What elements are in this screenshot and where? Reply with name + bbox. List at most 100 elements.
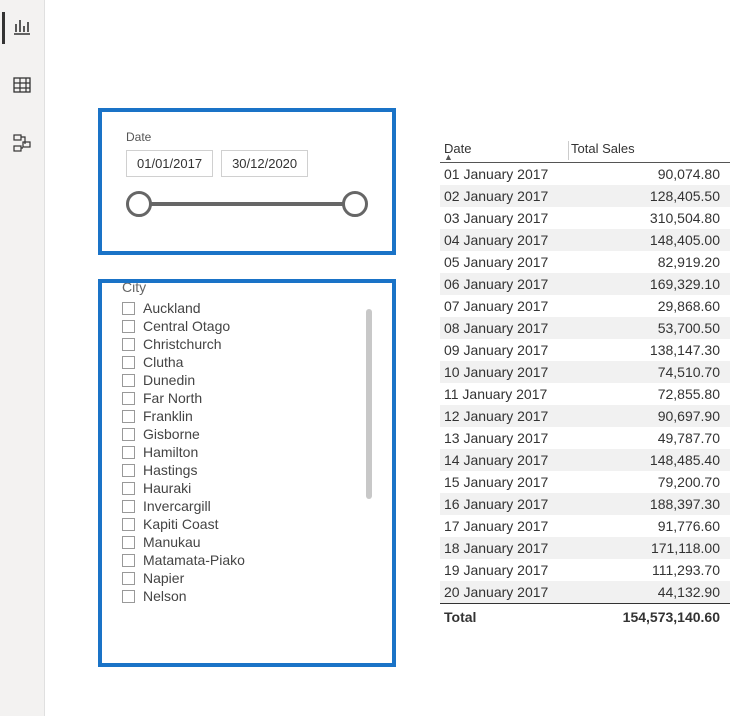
- cell-date: 07 January 2017: [440, 298, 568, 314]
- city-scrollbar[interactable]: [366, 309, 372, 499]
- city-item[interactable]: Kapiti Coast: [122, 515, 372, 533]
- cell-sales: 72,855.80: [568, 386, 730, 402]
- city-item-label: Nelson: [143, 588, 187, 604]
- checkbox-icon[interactable]: [122, 302, 135, 315]
- table-row[interactable]: 12 January 201790,697.90: [440, 405, 730, 427]
- total-label: Total: [440, 609, 568, 625]
- table-body: 01 January 201790,074.8002 January 20171…: [440, 163, 730, 603]
- table-row[interactable]: 02 January 2017128,405.50: [440, 185, 730, 207]
- cell-sales: 310,504.80: [568, 210, 730, 226]
- city-item[interactable]: Central Otago: [122, 317, 372, 335]
- cell-sales: 53,700.50: [568, 320, 730, 336]
- cell-sales: 82,919.20: [568, 254, 730, 270]
- table-row[interactable]: 19 January 2017111,293.70: [440, 559, 730, 581]
- table-row[interactable]: 16 January 2017188,397.30: [440, 493, 730, 515]
- table-row[interactable]: 20 January 201744,132.90: [440, 581, 730, 603]
- nav-data-view[interactable]: [2, 66, 42, 106]
- table-row[interactable]: 09 January 2017138,147.30: [440, 339, 730, 361]
- cell-date: 01 January 2017: [440, 166, 568, 182]
- checkbox-icon[interactable]: [122, 590, 135, 603]
- table-row[interactable]: 13 January 201749,787.70: [440, 427, 730, 449]
- city-item[interactable]: Hauraki: [122, 479, 372, 497]
- cell-date: 13 January 2017: [440, 430, 568, 446]
- checkbox-icon[interactable]: [122, 446, 135, 459]
- city-item-label: Christchurch: [143, 336, 222, 352]
- city-list: Auckland Central Otago Christchurch Clutha D…: [122, 299, 372, 667]
- city-item-label: Central Otago: [143, 318, 230, 334]
- column-header-date[interactable]: Date ▲: [440, 141, 568, 160]
- city-item[interactable]: Gisborne: [122, 425, 372, 443]
- checkbox-icon[interactable]: [122, 572, 135, 585]
- city-item-label: Hastings: [143, 462, 197, 478]
- checkbox-icon[interactable]: [122, 374, 135, 387]
- city-item-label: Napier: [143, 570, 184, 586]
- city-item[interactable]: Matamata-Piako: [122, 551, 372, 569]
- date-slider-handle-right[interactable]: [342, 191, 368, 217]
- city-item[interactable]: Hamilton: [122, 443, 372, 461]
- checkbox-icon[interactable]: [122, 410, 135, 423]
- table-row[interactable]: 18 January 2017171,118.00: [440, 537, 730, 559]
- table-row[interactable]: 17 January 201791,776.60: [440, 515, 730, 537]
- checkbox-icon[interactable]: [122, 482, 135, 495]
- checkbox-icon[interactable]: [122, 536, 135, 549]
- checkbox-icon[interactable]: [122, 464, 135, 477]
- date-to-input[interactable]: 30/12/2020: [221, 150, 308, 177]
- checkbox-icon[interactable]: [122, 356, 135, 369]
- city-item[interactable]: Invercargill: [122, 497, 372, 515]
- checkbox-icon[interactable]: [122, 554, 135, 567]
- total-value: 154,573,140.60: [568, 609, 730, 625]
- date-slider-handle-left[interactable]: [126, 191, 152, 217]
- city-item-label: Manukau: [143, 534, 201, 550]
- city-item[interactable]: Far North: [122, 389, 372, 407]
- checkbox-icon[interactable]: [122, 500, 135, 513]
- cell-sales: 79,200.70: [568, 474, 730, 490]
- date-slider-track: [138, 202, 356, 206]
- city-slicer[interactable]: City AucklandCentral OtagoChristchurchCl…: [98, 279, 396, 667]
- city-item[interactable]: Christchurch: [122, 335, 372, 353]
- city-item-label: Hamilton: [143, 444, 198, 460]
- city-item[interactable]: Auckland: [122, 299, 372, 317]
- table-row[interactable]: 05 January 201782,919.20: [440, 251, 730, 273]
- checkbox-icon[interactable]: [122, 392, 135, 405]
- city-item[interactable]: Dunedin: [122, 371, 372, 389]
- cell-date: 16 January 2017: [440, 496, 568, 512]
- sales-table[interactable]: Date ▲ Total Sales 01 January 201790,074…: [440, 141, 730, 629]
- cell-sales: 169,329.10: [568, 276, 730, 292]
- date-from-input[interactable]: 01/01/2017: [126, 150, 213, 177]
- date-slicer[interactable]: Date 01/01/2017 30/12/2020: [98, 108, 396, 255]
- table-row[interactable]: 03 January 2017310,504.80: [440, 207, 730, 229]
- city-item-label: Hauraki: [143, 480, 191, 496]
- nav-rail: [0, 0, 45, 716]
- cell-sales: 138,147.30: [568, 342, 730, 358]
- app-root: Date 01/01/2017 30/12/2020 City Auckland…: [0, 0, 732, 716]
- table-row[interactable]: 15 January 201779,200.70: [440, 471, 730, 493]
- nav-report-view[interactable]: [2, 8, 42, 48]
- table-row[interactable]: 14 January 2017148,485.40: [440, 449, 730, 471]
- nav-model-view[interactable]: [2, 124, 42, 164]
- table-row[interactable]: 04 January 2017148,405.00: [440, 229, 730, 251]
- city-item[interactable]: Nelson: [122, 587, 372, 605]
- city-item[interactable]: Clutha: [122, 353, 372, 371]
- city-item-label: Auckland: [143, 300, 201, 316]
- cell-date: 08 January 2017: [440, 320, 568, 336]
- checkbox-icon[interactable]: [122, 320, 135, 333]
- column-header-sales[interactable]: Total Sales: [568, 141, 730, 160]
- city-item[interactable]: Manukau: [122, 533, 372, 551]
- table-row[interactable]: 06 January 2017169,329.10: [440, 273, 730, 295]
- checkbox-icon[interactable]: [122, 518, 135, 531]
- table-row[interactable]: 11 January 201772,855.80: [440, 383, 730, 405]
- table-row[interactable]: 07 January 201729,868.60: [440, 295, 730, 317]
- date-slider[interactable]: [126, 189, 368, 219]
- checkbox-icon[interactable]: [122, 338, 135, 351]
- cell-date: 14 January 2017: [440, 452, 568, 468]
- table-row[interactable]: 10 January 201774,510.70: [440, 361, 730, 383]
- date-slicer-label: Date: [126, 130, 368, 144]
- checkbox-icon[interactable]: [122, 428, 135, 441]
- city-item[interactable]: Franklin: [122, 407, 372, 425]
- table-row[interactable]: 01 January 201790,074.80: [440, 163, 730, 185]
- city-item[interactable]: Napier: [122, 569, 372, 587]
- city-item-label: Clutha: [143, 354, 183, 370]
- table-row[interactable]: 08 January 201753,700.50: [440, 317, 730, 339]
- city-item[interactable]: Hastings: [122, 461, 372, 479]
- city-item-label: Dunedin: [143, 372, 195, 388]
